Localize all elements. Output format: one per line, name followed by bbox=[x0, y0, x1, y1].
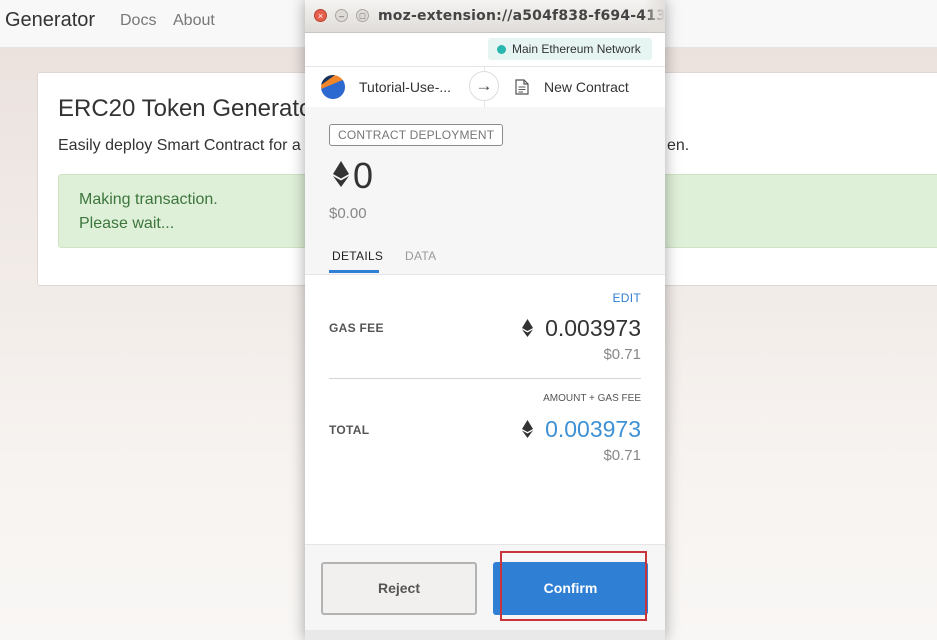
alert-line-2: Please wait... bbox=[79, 215, 175, 232]
transaction-fiat-amount: $0.00 bbox=[329, 205, 367, 222]
window-url: moz-extension://a504f838-f694-413d-8 bbox=[378, 8, 665, 24]
close-window-icon[interactable]: × bbox=[314, 9, 327, 22]
account-row: Tutorial-Use-... → New Contract bbox=[305, 66, 665, 108]
confirm-highlight-box bbox=[500, 551, 647, 621]
arrow-right-icon: → bbox=[469, 71, 499, 101]
url-fade bbox=[643, 0, 665, 32]
total-fiat: $0.71 bbox=[603, 447, 641, 464]
total-eth: 0.003973 bbox=[545, 416, 641, 442]
page-title: ERC20 Token Generato bbox=[58, 95, 313, 122]
nav-link-docs[interactable]: Docs bbox=[120, 12, 156, 30]
network-status-dot-icon bbox=[497, 45, 506, 54]
description-right: en. bbox=[667, 137, 690, 154]
minimize-window-icon[interactable]: – bbox=[335, 9, 348, 22]
window-titlebar[interactable]: × – □ moz-extension://a504f838-f694-413d… bbox=[305, 0, 665, 33]
gas-fee-label: GAS FEE bbox=[329, 321, 384, 335]
ethereum-icon-small bbox=[522, 319, 533, 337]
bottom-strip bbox=[305, 630, 665, 640]
account-name[interactable]: Tutorial-Use-... bbox=[359, 79, 451, 95]
ethereum-icon-total bbox=[522, 420, 533, 438]
ethereum-icon bbox=[333, 161, 349, 187]
network-badge[interactable]: Main Ethereum Network bbox=[488, 38, 652, 60]
maximize-window-icon[interactable]: □ bbox=[356, 9, 369, 22]
network-label: Main Ethereum Network bbox=[512, 42, 641, 56]
edit-gas-link[interactable]: EDIT bbox=[612, 291, 641, 305]
tab-details[interactable]: DETAILS bbox=[332, 249, 383, 263]
account-avatar bbox=[321, 75, 345, 99]
action-footer: Reject Confirm bbox=[305, 544, 665, 631]
transaction-amount: 0 bbox=[353, 155, 374, 196]
network-row: Main Ethereum Network bbox=[305, 33, 665, 66]
transaction-summary: CONTRACT DEPLOYMENT 0 $0.00 DETAILS DATA bbox=[305, 107, 665, 275]
total-label: TOTAL bbox=[329, 423, 370, 437]
contract-deployment-badge: CONTRACT DEPLOYMENT bbox=[329, 124, 504, 146]
site-brand[interactable]: Generator bbox=[5, 9, 95, 32]
destination-label: New Contract bbox=[544, 79, 629, 95]
active-tab-indicator bbox=[329, 270, 379, 273]
alert-line-1: Making transaction. bbox=[79, 191, 218, 208]
tab-data[interactable]: DATA bbox=[405, 249, 436, 263]
amount-plus-gas-label: AMOUNT + GAS FEE bbox=[543, 393, 641, 404]
gas-fee-eth: 0.003973 bbox=[545, 315, 641, 341]
description-left: Easily deploy Smart Contract for a S bbox=[58, 137, 316, 154]
gas-fee-fiat: $0.71 bbox=[603, 346, 641, 363]
metamask-popup-window: × – □ moz-extension://a504f838-f694-413d… bbox=[305, 0, 665, 640]
details-divider bbox=[329, 378, 641, 379]
reject-button[interactable]: Reject bbox=[321, 562, 477, 615]
document-icon bbox=[515, 79, 529, 95]
nav-link-about[interactable]: About bbox=[173, 12, 215, 30]
